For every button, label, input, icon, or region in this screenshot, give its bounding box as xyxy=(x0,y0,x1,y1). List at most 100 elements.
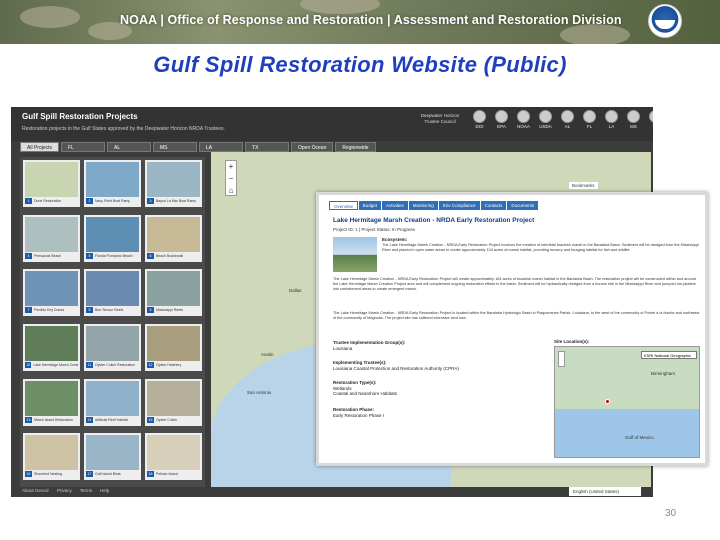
tab-ms[interactable]: MS xyxy=(153,142,198,152)
tab-open-ocean[interactable]: Open Ocean xyxy=(291,142,334,152)
partner-logo[interactable]: MS xyxy=(625,110,642,129)
project-number-badge: 12 xyxy=(147,361,154,368)
popup-tabs: Overview Budget Activities Monitoring En… xyxy=(329,201,539,210)
trustee-council-logo: Deepwater Horizon Trustee Council xyxy=(420,113,460,124)
home-icon[interactable]: ⌂ xyxy=(226,185,236,197)
project-thumbnail[interactable]: 9 Mississippi Reefs xyxy=(145,269,202,317)
project-detail-popup: Overview Budget Activities Monitoring En… xyxy=(316,192,708,466)
project-thumbnail[interactable]: 10 Lake Hermitage Marsh Creation xyxy=(23,323,80,371)
project-photo xyxy=(147,162,200,197)
tab-overview[interactable]: Overview xyxy=(329,201,358,210)
tab-env-compliance[interactable]: Env Compliance xyxy=(438,201,480,210)
project-location-pin[interactable] xyxy=(605,399,610,404)
bookmarks-button[interactable]: Bookmarks xyxy=(569,182,598,189)
project-number-badge: 1 xyxy=(25,198,32,204)
project-label: Beach Boardwalk xyxy=(156,253,184,258)
tab-documents[interactable]: Documents xyxy=(507,201,539,210)
trustee-group: Trustee Implementation Group(s): Louisia… xyxy=(333,340,406,351)
project-thumbnail[interactable]: 12 Oyster Hatchery xyxy=(145,323,202,371)
tab-al[interactable]: AL xyxy=(107,142,152,152)
project-label: Gulf Island Birds xyxy=(95,472,121,477)
project-photo xyxy=(147,216,200,252)
slide-title: Gulf Spill Restoration Website (Public) xyxy=(153,52,567,77)
project-number-badge: 16 xyxy=(25,471,32,478)
project-number-badge: 18 xyxy=(147,471,154,478)
project-thumbnail[interactable]: 14 Artificial Reef Habitat xyxy=(84,378,141,426)
footer-link[interactable]: Terms xyxy=(80,488,92,493)
project-label: Oyster Hatchery xyxy=(156,362,182,367)
map-zoom-controls[interactable] xyxy=(558,351,565,367)
partner-logo[interactable]: EPA xyxy=(493,110,510,129)
site-location-map[interactable]: ESRI National Geographic Birmingham Gulf… xyxy=(554,346,700,458)
zoom-in-button[interactable]: + xyxy=(226,161,236,173)
partner-logo[interactable]: DOI xyxy=(471,110,488,129)
tab-contacts[interactable]: Contacts xyxy=(480,201,507,210)
project-thumbnail[interactable]: 4 Pensacola Beach xyxy=(23,214,80,262)
tab-budget[interactable]: Budget xyxy=(358,201,382,210)
project-thumbnail[interactable]: 15 Oyster Cultch xyxy=(145,378,202,426)
header-banner: NOAA | Office of Response and Restoratio… xyxy=(0,0,720,44)
project-description: The Lake Hermitage Marsh Creation - NRDA… xyxy=(333,277,696,291)
project-label: Lake Hermitage Marsh Creation xyxy=(33,362,78,367)
project-label: Marsh Island Restoration xyxy=(34,417,73,422)
project-thumbnail[interactable]: 17 Gulf Island Birds xyxy=(84,433,141,481)
project-label: Florida Pompano Beach xyxy=(95,253,133,258)
project-thumbnail[interactable]: 11 Oyster Cultch Restoration xyxy=(84,323,141,371)
project-thumbnail[interactable]: 16 Shorebird Nesting xyxy=(23,433,80,481)
project-photo xyxy=(25,325,78,361)
footer-link[interactable]: Help xyxy=(100,488,109,493)
partner-logo[interactable]: USDA xyxy=(537,110,554,129)
project-photo xyxy=(147,435,200,471)
footer-link[interactable]: About Geoviz xyxy=(22,488,49,493)
footer-link[interactable]: Privacy xyxy=(57,488,72,493)
project-number-badge: 6 xyxy=(147,252,154,259)
project-thumbnail[interactable]: 13 Marsh Island Restoration xyxy=(23,378,80,426)
tab-activities[interactable]: Activities xyxy=(382,201,408,210)
partner-logo[interactable]: LA xyxy=(603,110,620,129)
partner-logo[interactable]: NOAA xyxy=(515,110,532,129)
project-number-badge: 3 xyxy=(147,198,154,204)
noaa-logo xyxy=(648,4,682,38)
project-location-text: The Lake Hermitage Marsh Creation - NRDA… xyxy=(333,311,700,320)
map-label: Gulf of Mexico xyxy=(625,435,654,440)
project-label: Pelican Island xyxy=(156,472,178,477)
project-thumbnail-grid: 1 Dune Restoration 2 Navy Point Boat Ramp 3 B… xyxy=(20,157,205,487)
project-number-badge: 8 xyxy=(86,307,93,314)
project-number-badge: 15 xyxy=(147,416,154,423)
project-thumbnail[interactable]: 18 Pelican Island xyxy=(145,433,202,481)
project-number-badge: 13 xyxy=(25,416,32,423)
project-title: Lake Hermitage Marsh Creation - NRDA Ear… xyxy=(333,217,535,224)
tab-regionwide[interactable]: Regionwide xyxy=(335,142,376,152)
project-photo xyxy=(25,216,78,252)
tab-la[interactable]: LA xyxy=(199,142,244,152)
footer-links: About Geoviz Privacy Terms Help xyxy=(22,488,109,493)
map-label: Dallas xyxy=(289,288,302,293)
project-label: Bayou La Mar Boat Ramp xyxy=(156,199,197,203)
project-number-badge: 7 xyxy=(25,307,32,314)
project-photo xyxy=(147,271,200,307)
project-thumbnail[interactable]: 3 Bayou La Mar Boat Ramp xyxy=(145,160,202,207)
project-thumbnail[interactable]: 6 Beach Boardwalk xyxy=(145,214,202,262)
language-select[interactable]: English (United States) xyxy=(569,487,641,496)
tab-monitoring[interactable]: Monitoring xyxy=(408,201,438,210)
project-number-badge: 2 xyxy=(86,198,93,204)
tab-all-projects[interactable]: All Projects xyxy=(20,142,60,152)
app-title: Gulf Spill Restoration Projects xyxy=(22,112,138,121)
project-thumbnail[interactable]: 2 Navy Point Boat Ramp xyxy=(84,160,141,207)
partner-logo[interactable]: TX xyxy=(647,110,653,129)
tab-fl[interactable]: FL xyxy=(61,142,106,152)
project-thumbnail[interactable]: 8 Bon Secour Reefs xyxy=(84,269,141,317)
project-thumbnail[interactable]: 1 Dune Restoration xyxy=(23,160,80,207)
basemap-select[interactable]: ESRI National Geographic xyxy=(641,351,697,359)
project-label: Oyster Cultch xyxy=(156,417,178,422)
project-thumbnail[interactable]: 5 Florida Pompano Beach xyxy=(84,214,141,262)
project-number-badge: 10 xyxy=(25,361,32,368)
partner-logo[interactable]: FL xyxy=(581,110,598,129)
app-header: Gulf Spill Restoration Projects Restorat… xyxy=(11,107,653,141)
project-photo xyxy=(25,380,78,416)
zoom-out-button[interactable]: − xyxy=(226,173,236,185)
gulf-water xyxy=(555,409,699,457)
partner-logo[interactable]: AL xyxy=(559,110,576,129)
tab-tx[interactable]: TX xyxy=(245,142,290,152)
project-thumbnail[interactable]: 7 Perdido Key Dunes xyxy=(23,269,80,317)
